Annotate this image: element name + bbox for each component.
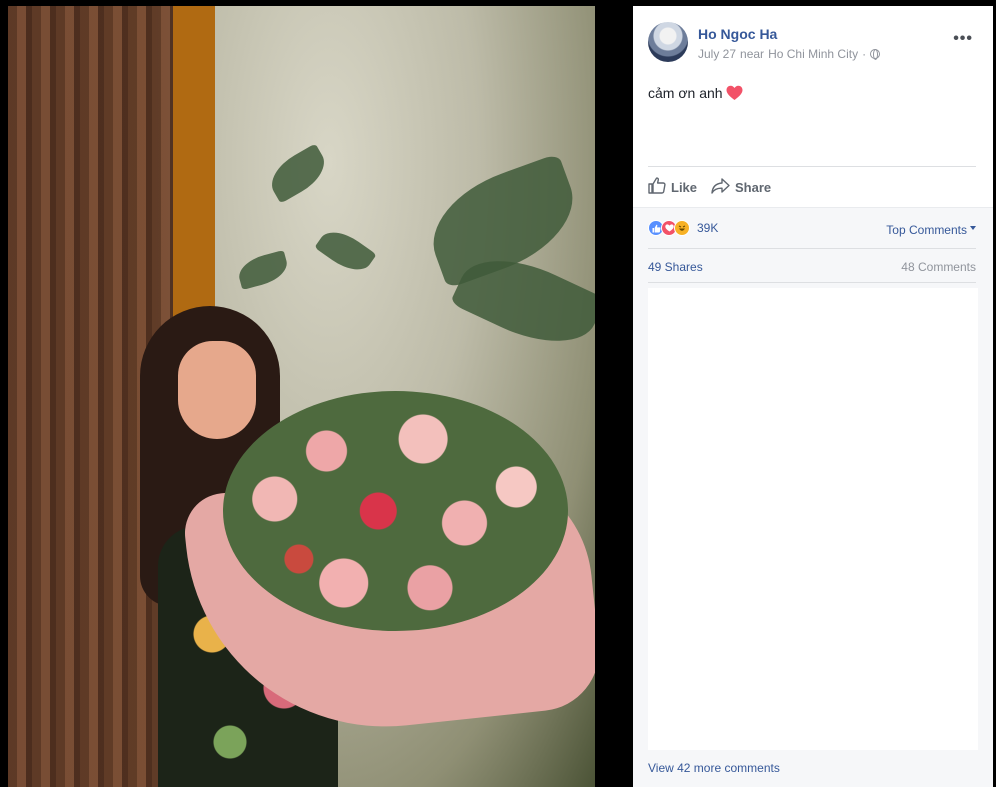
photo-bouquet-roses [223, 391, 568, 631]
location-prefix: near [740, 47, 765, 61]
photo-person-face [178, 341, 256, 439]
social-section: 39K Top Comments 49 Shares 48 Comments V… [633, 207, 993, 787]
like-button[interactable]: Like [648, 177, 697, 197]
comments-count[interactable]: 48 Comments [901, 260, 976, 274]
post-side-panel: Ho Ngoc Ha July 27 near Ho Chi Minh City… [633, 6, 993, 787]
shares-count[interactable]: 49 Shares [648, 260, 703, 274]
post-date[interactable]: July 27 [698, 47, 736, 61]
share-arrow-icon [711, 177, 730, 197]
reactions-summary[interactable]: 39K [648, 220, 718, 236]
haha-icon [674, 220, 690, 236]
like-label: Like [671, 179, 698, 195]
more-options-icon[interactable]: ••• [953, 31, 973, 47]
globe-icon[interactable] [870, 49, 881, 60]
post-meta: July 27 near Ho Chi Minh City · [698, 47, 881, 61]
divider [648, 282, 976, 283]
post-photo[interactable] [8, 6, 595, 787]
comment-sort-label: Top Comments [886, 223, 967, 237]
author-name[interactable]: Ho Ngoc Ha [698, 26, 777, 42]
divider [648, 248, 976, 249]
meta-separator: · [862, 47, 867, 61]
share-button[interactable]: Share [711, 177, 772, 197]
post-caption: cảm ơn anh [648, 85, 743, 101]
reaction-count[interactable]: 39K [697, 221, 718, 235]
view-more-comments-link[interactable]: View 42 more comments [648, 761, 780, 775]
divider [648, 166, 976, 167]
post-actions: Like Share [648, 176, 771, 198]
author-avatar[interactable] [648, 22, 688, 62]
heart-emoji-icon [726, 85, 743, 101]
caption-text: cảm ơn anh [648, 85, 723, 101]
comment-sort-dropdown[interactable]: Top Comments [886, 223, 976, 237]
post-header: Ho Ngoc Ha July 27 near Ho Chi Minh City… [633, 6, 993, 76]
comments-list[interactable] [648, 288, 978, 750]
caret-down-icon [970, 226, 976, 230]
share-label: Share [735, 179, 772, 195]
thumbs-up-icon [648, 177, 666, 197]
post-location[interactable]: Ho Chi Minh City [768, 47, 858, 61]
